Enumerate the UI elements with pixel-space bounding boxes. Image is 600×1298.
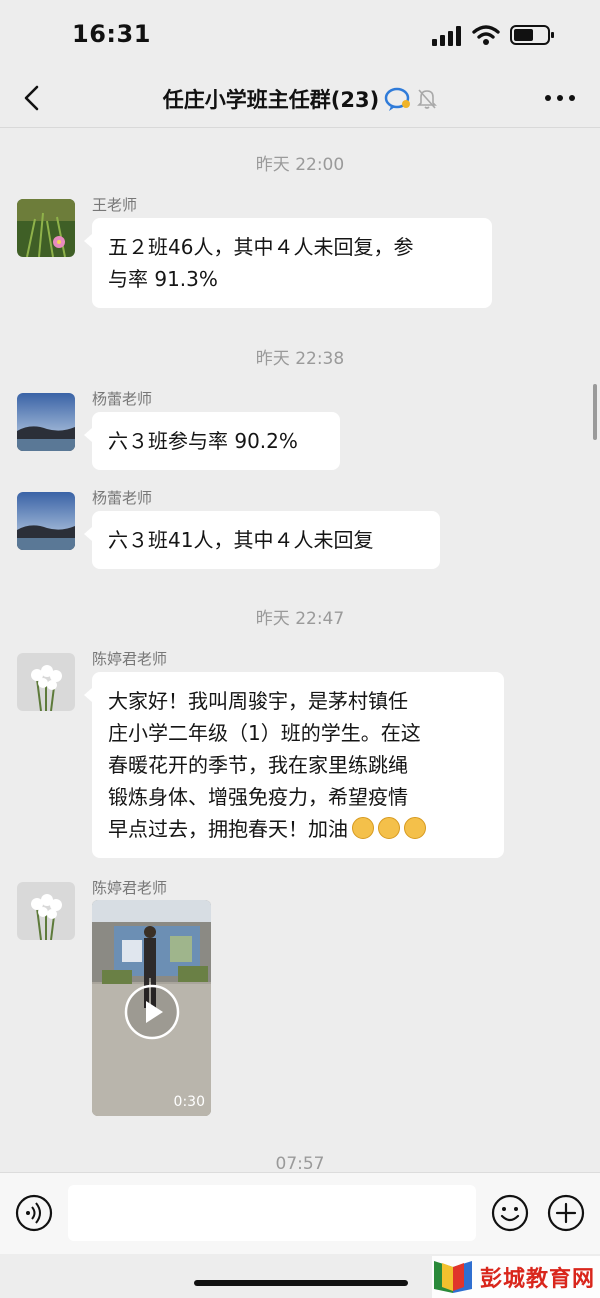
message-text-line-last: 早点过去，拥抱春天！加油: [108, 813, 488, 845]
mute-bell-icon: [417, 89, 438, 109]
avatar[interactable]: [17, 393, 75, 451]
cellular-signal-icon: [432, 26, 461, 46]
scrollbar[interactable]: [593, 384, 597, 440]
more-options-icon[interactable]: [540, 86, 580, 110]
emoji-picker-icon[interactable]: [490, 1193, 530, 1233]
message-timestamp: 07:57: [275, 1154, 325, 1172]
sender-name: 陈婷君老师: [92, 879, 168, 897]
voice-input-icon[interactable]: [14, 1193, 54, 1233]
watermark: 彭城教育网: [432, 1256, 600, 1298]
message-text-line: 五２班46人，其中４人未回复，参: [108, 235, 414, 259]
message-list[interactable]: 昨天 22:00 王老师 五２班46人，其中４人未回复，参 与率 91.3% 昨…: [0, 128, 600, 1172]
battery-icon: [510, 25, 554, 45]
status-bar: 16:31: [0, 0, 600, 70]
video-duration: 0:30: [173, 1094, 205, 1110]
fist-emoji-icon: [352, 817, 374, 839]
video-message[interactable]: 0:30: [92, 900, 211, 1116]
avatar[interactable]: [17, 653, 75, 711]
chat-header: 任庄小学班主任群(23): [0, 70, 600, 128]
message-text-line: 六３班参与率 90.2%: [108, 429, 298, 453]
message-text-line: 庄小学二年级（1）班的学生。在这: [108, 721, 421, 745]
sender-name: 王老师: [92, 196, 138, 214]
message-timestamp: 昨天 22:47: [255, 609, 345, 629]
group-name: 任庄小学班主任群(23): [162, 88, 380, 112]
message-text-line: 六３班41人，其中４人未回复: [108, 528, 374, 552]
message-bubble[interactable]: 六３班41人，其中４人未回复: [84, 511, 440, 569]
avatar[interactable]: [17, 882, 75, 940]
status-time: 16:31: [72, 20, 151, 48]
chat-title[interactable]: 任庄小学班主任群(23): [0, 84, 600, 114]
message-text-line: 春暖花开的季节，我在家里练跳绳: [108, 753, 408, 777]
sender-name: 陈婷君老师: [92, 650, 168, 668]
avatar-white-flowers-image: [17, 882, 75, 940]
message-timestamp: 昨天 22:00: [255, 155, 345, 175]
home-indicator[interactable]: [194, 1280, 408, 1286]
fist-emoji-icon: [404, 817, 426, 839]
message-text-line: 早点过去，拥抱春天！加油: [108, 817, 348, 841]
more-actions-plus-icon[interactable]: [546, 1193, 586, 1233]
play-icon[interactable]: [124, 984, 180, 1040]
avatar-white-flowers-image: [17, 653, 75, 711]
avatar-flower-image: [17, 199, 75, 257]
avatar[interactable]: [17, 199, 75, 257]
chat-bubble-badge-icon: [384, 87, 411, 111]
sender-name: 杨蕾老师: [92, 390, 153, 408]
message-text-line: 大家好！我叫周骏宇，是茅村镇任: [108, 689, 408, 713]
message-bubble[interactable]: 六３班参与率 90.2%: [84, 412, 340, 470]
avatar-landscape-image: [17, 492, 75, 550]
wifi-icon: [472, 25, 500, 45]
message-text-input[interactable]: [68, 1185, 476, 1241]
avatar-landscape-image: [17, 393, 75, 451]
book-logo-icon: [434, 1261, 472, 1293]
message-text-line: 与率 91.3%: [108, 267, 218, 291]
avatar[interactable]: [17, 492, 75, 550]
message-bubble[interactable]: 五２班46人，其中４人未回复，参 与率 91.3%: [84, 218, 492, 308]
watermark-text: 彭城教育网: [480, 1267, 596, 1292]
fist-emoji-icon: [378, 817, 400, 839]
message-bubble[interactable]: 大家好！我叫周骏宇，是茅村镇任 庄小学二年级（1）班的学生。在这 春暖花开的季节…: [84, 672, 504, 858]
sender-name: 杨蕾老师: [92, 489, 153, 507]
message-timestamp: 昨天 22:38: [255, 349, 345, 369]
message-text-line: 锻炼身体、增强免疫力，希望疫情: [108, 785, 408, 809]
message-input-bar: [0, 1172, 600, 1254]
